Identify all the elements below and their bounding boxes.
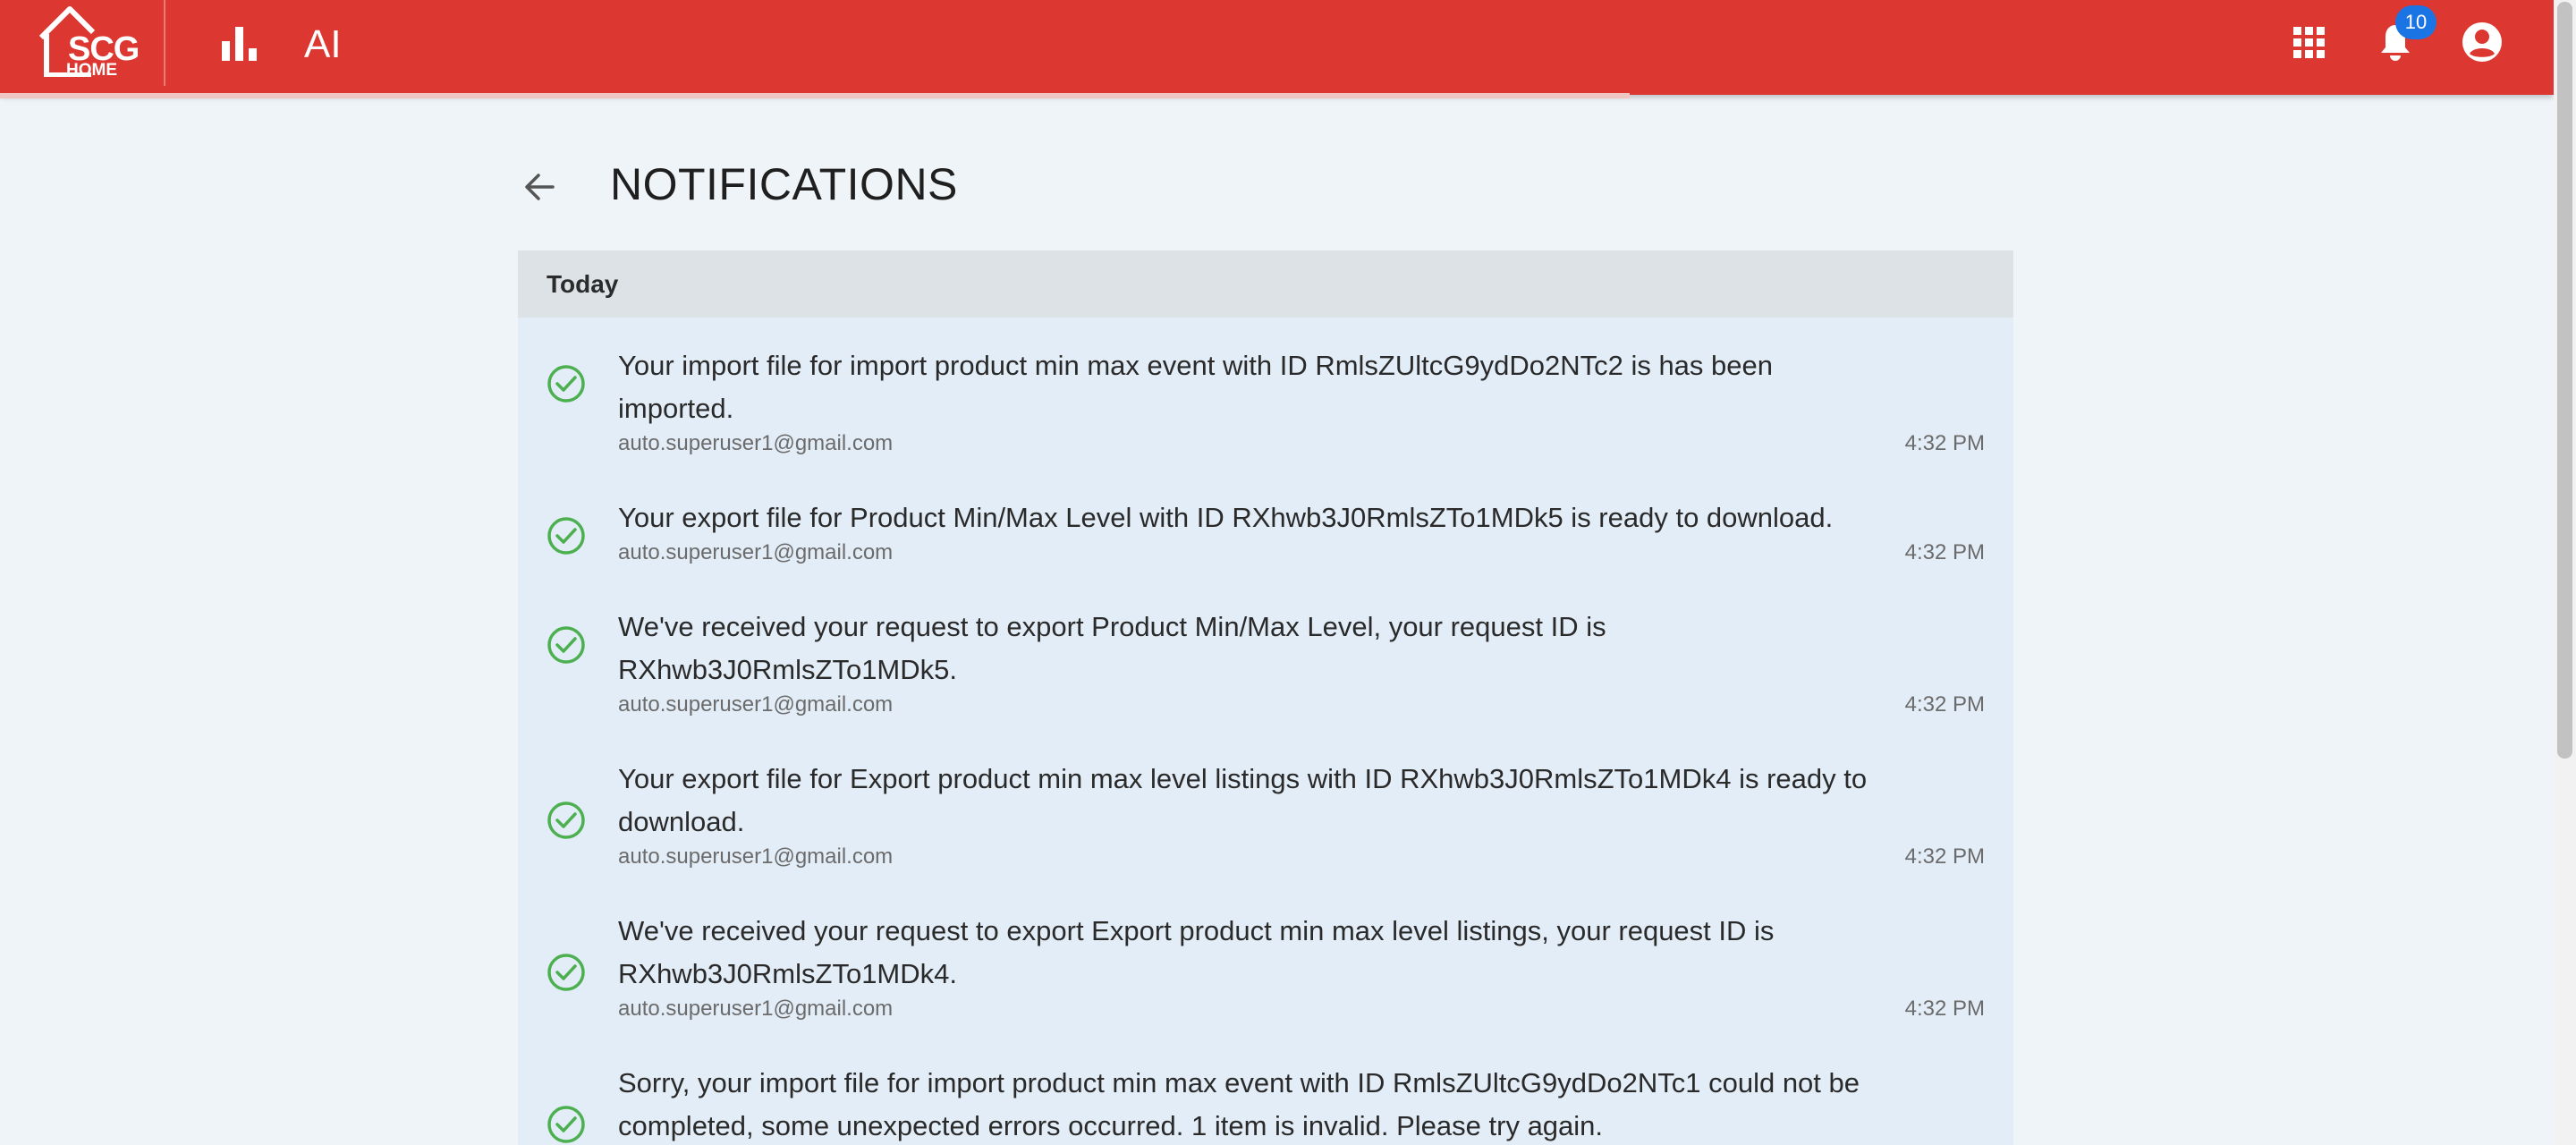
notification-message: Your export file for Product Min/Max Lev… bbox=[618, 502, 1834, 533]
notification-item[interactable]: Your export file for Export product min … bbox=[518, 731, 2013, 883]
notification-meta: auto.superuser1@gmail.com 4:32 PM bbox=[618, 844, 1985, 870]
notification-user: auto.superuser1@gmail.com bbox=[618, 431, 894, 455]
notification-time: 4:32 PM bbox=[1904, 997, 1985, 1021]
notification-item[interactable]: We've received your request to export Pr… bbox=[518, 579, 2013, 731]
analytics-icon[interactable] bbox=[220, 23, 259, 63]
check-circle-icon bbox=[547, 517, 585, 555]
notification-user: auto.superuser1@gmail.com bbox=[618, 997, 894, 1021]
notification-message: Your import file for import product min … bbox=[618, 350, 1773, 424]
back-arrow-icon[interactable] bbox=[519, 166, 560, 208]
check-circle-icon bbox=[547, 802, 585, 839]
notification-meta: auto.superuser1@gmail.com 4:32 PM bbox=[618, 430, 1985, 457]
notification-item[interactable]: We've received your request to export Ex… bbox=[518, 883, 2013, 1035]
notification-meta: auto.superuser1@gmail.com 4:32 PM bbox=[618, 691, 1985, 718]
notifications-panel: Today Your import file for import produc… bbox=[518, 250, 2013, 1145]
page-title: NOTIFICATIONS bbox=[610, 159, 958, 209]
notification-item[interactable]: Your import file for import product min … bbox=[518, 318, 2013, 470]
notification-count-badge: 10 bbox=[2395, 5, 2436, 39]
notification-list: Your import file for import product min … bbox=[518, 318, 2013, 1145]
logo-subtext: HOME bbox=[66, 61, 117, 80]
notification-item[interactable]: Your export file for Product Min/Max Lev… bbox=[518, 470, 2013, 579]
notification-time: 4:32 PM bbox=[1904, 431, 1985, 455]
scg-home-logo[interactable]: SCG HOME bbox=[38, 5, 140, 80]
notification-meta: auto.superuser1@gmail.com 4:32 PM bbox=[618, 539, 1985, 566]
scrollbar-thumb[interactable] bbox=[2557, 2, 2572, 759]
notification-user: auto.superuser1@gmail.com bbox=[618, 692, 894, 717]
notification-user: auto.superuser1@gmail.com bbox=[618, 540, 894, 564]
notification-message: We've received your request to export Ex… bbox=[618, 915, 1775, 989]
check-circle-icon bbox=[547, 626, 585, 664]
page-scrollbar[interactable] bbox=[2554, 0, 2576, 1145]
notification-message: Sorry, your import file for import produ… bbox=[618, 1067, 1860, 1141]
app-label[interactable]: AI bbox=[304, 21, 342, 68]
notification-user: auto.superuser1@gmail.com bbox=[618, 844, 894, 869]
header-divider bbox=[164, 0, 165, 86]
notification-meta: auto.superuser1@gmail.com 4:32 PM bbox=[618, 996, 1985, 1022]
check-circle-icon bbox=[547, 365, 585, 403]
account-circle-icon[interactable] bbox=[2462, 21, 2503, 63]
apps-grid-icon[interactable] bbox=[2293, 27, 2326, 59]
section-header-today: Today bbox=[518, 250, 2013, 318]
loading-progress-bar bbox=[0, 93, 1630, 98]
notification-time: 4:32 PM bbox=[1904, 540, 1985, 564]
notification-time: 4:32 PM bbox=[1904, 844, 1985, 869]
check-circle-icon bbox=[547, 1106, 585, 1143]
top-app-bar: SCG HOME AI 10 bbox=[0, 0, 2554, 95]
check-circle-icon bbox=[547, 954, 585, 991]
notification-item[interactable]: Sorry, your import file for import produ… bbox=[518, 1035, 2013, 1145]
notification-time: 4:32 PM bbox=[1904, 692, 1985, 717]
notification-message: We've received your request to export Pr… bbox=[618, 611, 1606, 685]
notification-message: Your export file for Export product min … bbox=[618, 763, 1868, 837]
